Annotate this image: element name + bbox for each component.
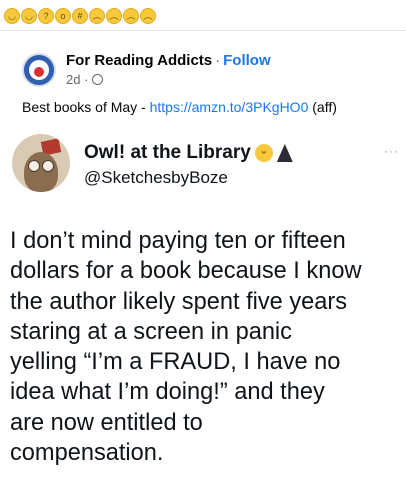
flushed-face-emoji-icon: o (55, 8, 71, 24)
pleading-face-emoji-icon: ︵ (106, 8, 122, 24)
tweet-avatar (12, 134, 70, 192)
separator-dot: · (215, 52, 221, 69)
sleepy-face-emoji-icon: ᵕ (254, 144, 273, 162)
post-text-suffix: (aff) (308, 99, 337, 115)
tweet-line: I don’t mind paying ten or fifteen (10, 228, 346, 254)
page-name-link[interactable]: For Reading Addicts (66, 52, 212, 69)
crying-face-emoji-icon: ︵ (123, 8, 139, 24)
tweet-line: idea what I’m doing!” and they (10, 379, 325, 406)
post-header: For Reading Addicts · Follow (66, 52, 271, 69)
smiling-blush-emoji-icon: ◡ (21, 8, 37, 24)
page-avatar[interactable] (22, 53, 56, 87)
tweet-display-name: Owl! at the Library ᵕ (84, 142, 293, 164)
globe-icon (92, 74, 104, 85)
tweet-line: staring at a screen in panic (10, 318, 292, 345)
sobbing-face-emoji-icon: ︵ (140, 8, 156, 24)
post-text: Best books of May - https://amzn.to/3PKg… (22, 99, 337, 115)
tweet-handle: @SketchesbyBoze (84, 168, 228, 187)
tweet-line: compensation. (10, 440, 164, 467)
post-time-text: 2d · (66, 72, 89, 87)
reaction-emoji-row: ◡ ◡ ? o # ︵ ︵ ︵ ︵ (4, 2, 157, 30)
more-options-icon: ··· (384, 144, 399, 158)
wizard-emoji-icon (276, 144, 293, 162)
tweet-line: yelling “I’m a FRAUD, I have no (10, 349, 341, 376)
tweet-line: dollars for a book because I know (10, 258, 362, 285)
tweet-line: the author likely spent five years (10, 288, 348, 315)
grinning-sweat-emoji-icon: ◡ (4, 8, 20, 24)
post-link[interactable]: https://amzn.to/3PKgHO0 (150, 99, 309, 115)
display-name-text: Owl! at the Library (84, 142, 251, 163)
frowning-face-emoji-icon: ︵ (89, 8, 105, 24)
grimacing-face-emoji-icon: # (72, 8, 88, 24)
tweet-screenshot: Owl! at the Library ᵕ @SketchesbyBoze ··… (0, 122, 406, 500)
follow-button[interactable]: Follow (223, 52, 271, 69)
tweet-line: are now entitled to (10, 409, 203, 436)
thinking-face-emoji-icon: ? (38, 8, 54, 24)
facebook-post: For Reading Addicts · Follow 2d · Best boo… (0, 30, 406, 123)
post-timestamp[interactable]: 2d · (66, 72, 104, 87)
post-text-prefix: Best books of May - (22, 99, 150, 115)
tweet-body: I don’t mind paying ten or fifteen dolla… (10, 226, 402, 468)
